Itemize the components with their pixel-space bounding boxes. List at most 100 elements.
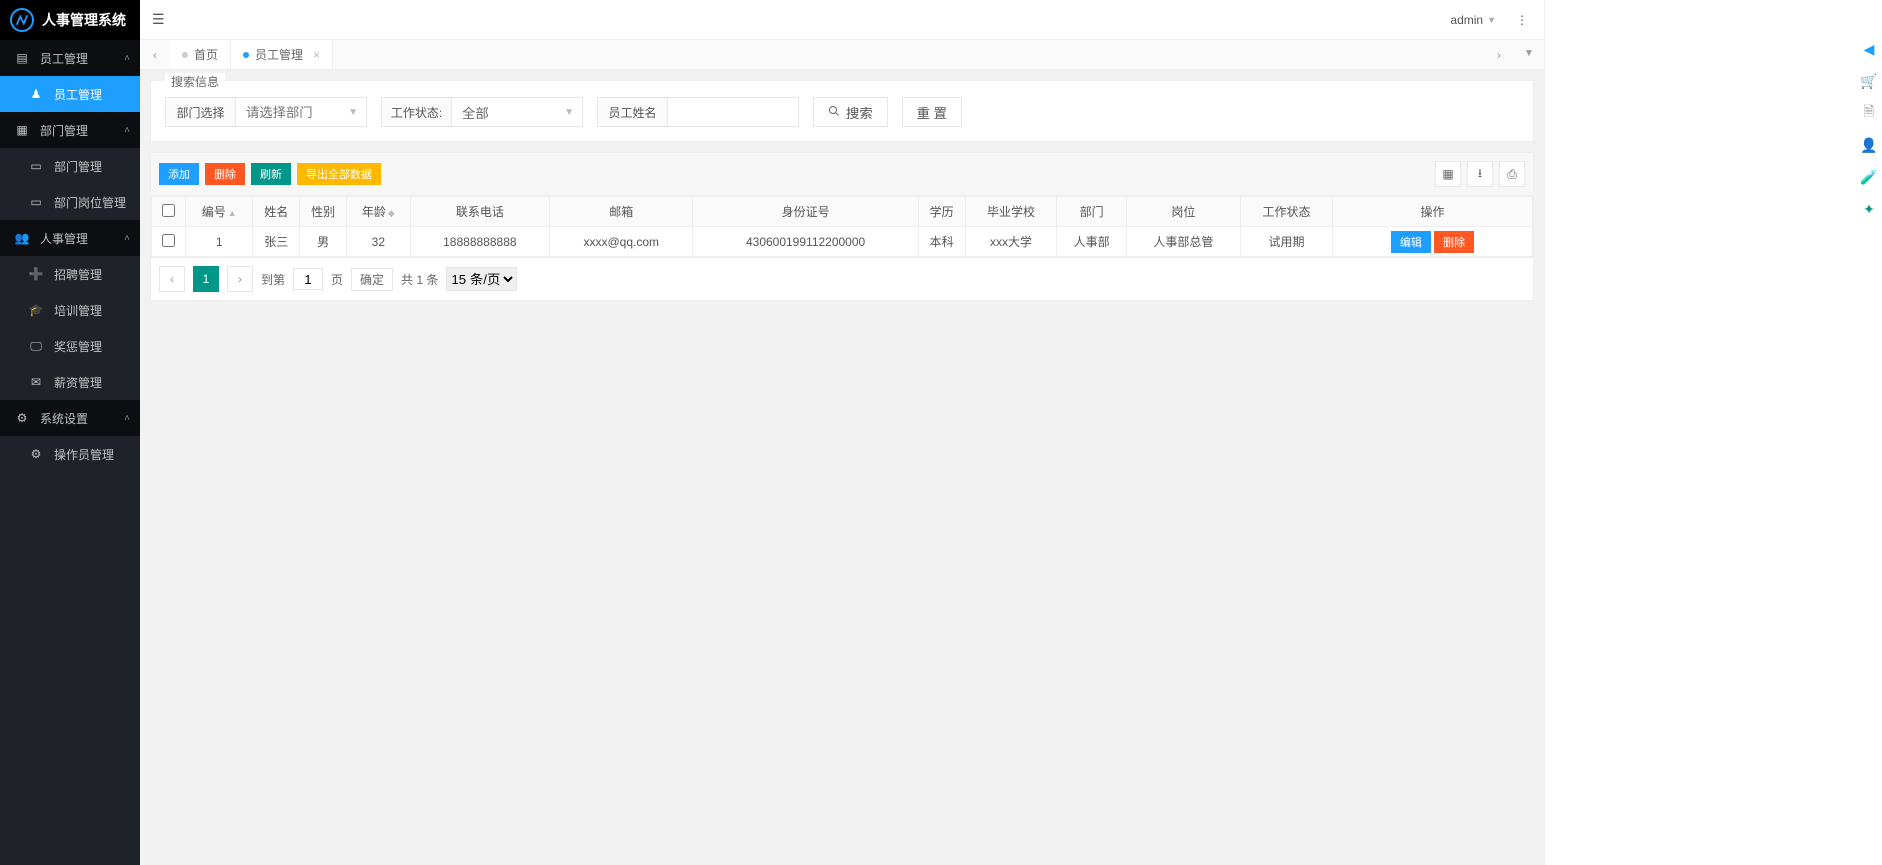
- status-select-input[interactable]: [462, 105, 572, 120]
- nav-item-label: 部门岗位管理: [54, 194, 126, 211]
- add-button[interactable]: 添加: [159, 163, 199, 185]
- pager-page-input[interactable]: [293, 268, 323, 290]
- nav-item-label: 薪资管理: [54, 374, 102, 391]
- nav-group-label: 员工管理: [40, 50, 88, 67]
- nav-item[interactable]: ✉薪资管理: [0, 364, 140, 400]
- close-icon[interactable]: ×: [313, 48, 320, 62]
- gutter-arrow-icon[interactable]: ◀: [1860, 40, 1878, 58]
- col-edu[interactable]: 学历: [918, 197, 965, 227]
- tab[interactable]: 员工管理 ×: [231, 40, 333, 69]
- tab-label: 员工管理: [255, 46, 303, 63]
- nav-item[interactable]: 🖵奖惩管理: [0, 328, 140, 364]
- app-title: 人事管理系统: [42, 10, 126, 30]
- gutter-doc-icon[interactable]: 🗎: [1860, 104, 1878, 122]
- gears-icon: ⚙: [28, 447, 44, 461]
- nav-group[interactable]: ⚙系统设置˄: [0, 400, 140, 436]
- nav-group[interactable]: 👥人事管理˄: [0, 220, 140, 256]
- monitor-icon: 🖵: [28, 339, 44, 354]
- tabs-right-arrow[interactable]: ›: [1484, 48, 1514, 62]
- col-dept[interactable]: 部门: [1057, 197, 1126, 227]
- id-card-icon: ▭: [28, 195, 44, 209]
- dept-select[interactable]: ▼: [236, 98, 366, 126]
- pager-prev[interactable]: ‹: [159, 266, 185, 292]
- col-post[interactable]: 岗位: [1126, 197, 1240, 227]
- logo-bar: 人事管理系统: [0, 0, 140, 40]
- menu-toggle-icon[interactable]: ☰: [152, 11, 165, 28]
- col-name[interactable]: 姓名: [253, 197, 300, 227]
- nav-item[interactable]: ▭ 部门岗位管理: [0, 184, 140, 220]
- print-icon[interactable]: ⎙: [1499, 161, 1525, 187]
- cell-phone: 18888888888: [410, 227, 549, 257]
- col-status[interactable]: 工作状态: [1241, 197, 1333, 227]
- name-label: 员工姓名: [598, 98, 668, 126]
- tab-dot-icon: [182, 52, 188, 58]
- cell-email: xxxx@qq.com: [550, 227, 693, 257]
- dept-select-input[interactable]: [246, 105, 356, 120]
- header: ☰ admin ▼ ⋮: [140, 0, 1544, 40]
- col-age[interactable]: 年龄◆: [347, 197, 411, 227]
- tab[interactable]: 首页: [170, 40, 231, 69]
- logo-icon: [10, 8, 34, 32]
- row-edit-button[interactable]: 编辑: [1391, 231, 1431, 253]
- cell-name: 张三: [253, 227, 300, 257]
- pager-per-page[interactable]: 15 条/页: [446, 267, 517, 291]
- pager-total: 共 1 条: [401, 271, 438, 288]
- nav-item-label: 培训管理: [54, 302, 102, 319]
- tab-dot-icon: [243, 52, 249, 58]
- gutter-user-icon[interactable]: 👤: [1860, 136, 1878, 154]
- table-toolbar: 添加 删除 刷新 导出全部数据 ▦ ⭳ ⎙: [151, 153, 1533, 196]
- nav-group[interactable]: ▦部门管理˄: [0, 112, 140, 148]
- nav-group[interactable]: ▤员工管理˄: [0, 40, 140, 76]
- nav-item[interactable]: 🎓培训管理: [0, 292, 140, 328]
- sort-icon: ▲: [228, 208, 237, 218]
- gutter-flag-icon[interactable]: ✦: [1860, 200, 1878, 218]
- tab-label: 首页: [194, 46, 218, 63]
- more-icon[interactable]: ⋮: [1512, 13, 1532, 27]
- pager-confirm[interactable]: 确定: [351, 268, 393, 291]
- tabs-left-arrow[interactable]: ‹: [140, 48, 170, 62]
- reset-button[interactable]: 重 置: [902, 97, 962, 127]
- pager-next[interactable]: ›: [227, 266, 253, 292]
- dept-select-field: 部门选择 ▼: [165, 97, 367, 127]
- col-id[interactable]: 编号▲: [186, 197, 253, 227]
- search-panel: 搜索信息 部门选择 ▼ 工作状态: ▼ 员工姓名: [150, 80, 1534, 142]
- user-icon: ♟: [28, 87, 44, 101]
- search-button[interactable]: 搜索: [813, 97, 888, 127]
- user-dropdown[interactable]: admin ▼: [1450, 13, 1496, 27]
- col-idcard[interactable]: 身份证号: [693, 197, 918, 227]
- select-all-checkbox[interactable]: [162, 204, 175, 217]
- row-delete-button[interactable]: 删除: [1434, 231, 1474, 253]
- cell-action: 编辑 删除: [1333, 227, 1533, 257]
- col-email[interactable]: 邮箱: [550, 197, 693, 227]
- col-school[interactable]: 毕业学校: [965, 197, 1057, 227]
- gutter-lab-icon[interactable]: 🧪: [1860, 168, 1878, 186]
- export-icon[interactable]: ⭳: [1467, 161, 1493, 187]
- tabs-menu-icon[interactable]: ▼: [1514, 48, 1544, 62]
- delete-button[interactable]: 删除: [205, 163, 245, 185]
- nav-item[interactable]: ➕招聘管理: [0, 256, 140, 292]
- col-gender[interactable]: 性别: [300, 197, 347, 227]
- name-input[interactable]: [668, 98, 798, 126]
- row-checkbox[interactable]: [162, 234, 175, 247]
- nav-item[interactable]: ▭部门管理: [0, 148, 140, 184]
- columns-icon[interactable]: ▦: [1435, 161, 1461, 187]
- export-button[interactable]: 导出全部数据: [297, 163, 381, 185]
- file-icon: ▤: [14, 51, 30, 65]
- user-name: admin: [1450, 13, 1483, 27]
- add-user-icon: ➕: [28, 267, 44, 281]
- nav-group-label: 系统设置: [40, 410, 88, 427]
- employee-table: 编号▲ 姓名 性别 年龄◆ 联系电话 邮箱 身份证号 学历 毕业学校 部门 岗位…: [151, 196, 1533, 257]
- search-legend: 搜索信息: [165, 73, 225, 90]
- pager-page-1[interactable]: 1: [193, 266, 219, 292]
- tabs-bar: ‹ 首页 员工管理 × › ▼: [140, 40, 1544, 70]
- chevron-down-icon: ▼: [348, 107, 358, 118]
- gutter-cart-icon[interactable]: 🛒: [1860, 72, 1878, 90]
- col-phone[interactable]: 联系电话: [410, 197, 549, 227]
- dept-label: 部门选择: [166, 98, 236, 126]
- refresh-button[interactable]: 刷新: [251, 163, 291, 185]
- nav-item[interactable]: ♟员工管理: [0, 76, 140, 112]
- nav-item[interactable]: ⚙ 操作员管理: [0, 436, 140, 472]
- id-card-icon: ▭: [28, 159, 44, 173]
- nav-item-label: 操作员管理: [54, 446, 114, 463]
- status-select[interactable]: ▼: [452, 98, 582, 126]
